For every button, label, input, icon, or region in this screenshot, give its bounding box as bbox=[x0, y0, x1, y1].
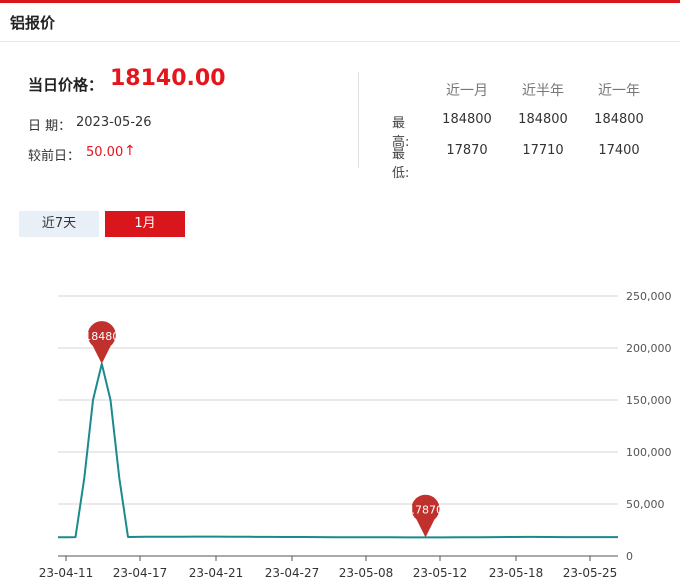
stats-col-month: 近一月 bbox=[446, 83, 488, 99]
price-panel: 当日价格： 18140.00 日 期： 2023-05-26 较前日： 50.0… bbox=[0, 42, 680, 182]
current-price-label: 当日价格： bbox=[28, 76, 104, 94]
x-tick-label: 23-04-27 bbox=[265, 566, 319, 579]
price-line-chart: 0 50,000 100,000 150,000 200,000 250,000 23-04… bbox=[0, 250, 680, 580]
panel-divider bbox=[358, 72, 359, 168]
change-value: 50.00 bbox=[86, 145, 124, 160]
min-marker-label: 17870 bbox=[408, 503, 443, 516]
date-label: 日 期： bbox=[28, 119, 72, 134]
tab-1-month[interactable]: 1月 bbox=[105, 211, 185, 237]
series-line bbox=[58, 362, 618, 539]
change-label: 较前日： bbox=[28, 149, 81, 164]
y-tick-label: 200,000 bbox=[626, 342, 672, 355]
tab-7-days[interactable]: 近7天 bbox=[19, 211, 99, 237]
x-tick-label: 23-04-17 bbox=[113, 566, 167, 579]
y-tick-label: 100,000 bbox=[626, 446, 672, 459]
current-price-value: 18140.00 bbox=[110, 66, 226, 91]
date-value: 2023-05-26 bbox=[76, 115, 152, 130]
page-title: 铝报价 bbox=[10, 14, 56, 32]
y-tick-label: 0 bbox=[626, 550, 633, 563]
stats-high-month: 184800 bbox=[442, 112, 492, 127]
x-tick-label: 23-05-12 bbox=[413, 566, 467, 579]
max-marker-label: 18480 bbox=[84, 330, 119, 343]
x-tick-label: 23-05-25 bbox=[563, 566, 617, 579]
stats-high-halfyear: 184800 bbox=[518, 112, 568, 127]
stats-low-year: 17400 bbox=[598, 143, 640, 158]
stats-high-year: 184800 bbox=[594, 112, 644, 127]
x-tick-label: 23-04-21 bbox=[189, 566, 243, 579]
y-tick-label: 150,000 bbox=[626, 394, 672, 407]
page-header: 铝报价 bbox=[0, 3, 680, 42]
stats-row-low-label: 最低: bbox=[392, 147, 410, 181]
stats-low-month: 17870 bbox=[446, 143, 488, 158]
stats-low-halfyear: 17710 bbox=[522, 143, 564, 158]
x-tick-label: 23-05-08 bbox=[339, 566, 393, 579]
chart-svg: 0 50,000 100,000 150,000 200,000 250,000 23-04… bbox=[39, 290, 672, 580]
y-tick-label: 50,000 bbox=[626, 498, 665, 511]
stats-col-year: 近一年 bbox=[598, 83, 640, 99]
x-tick-label: 23-04-11 bbox=[39, 566, 93, 579]
stats-col-halfyear: 近半年 bbox=[522, 83, 564, 99]
up-arrow-icon: ↑ bbox=[124, 143, 136, 159]
y-tick-label: 250,000 bbox=[626, 290, 672, 303]
x-tick-label: 23-05-18 bbox=[489, 566, 543, 579]
